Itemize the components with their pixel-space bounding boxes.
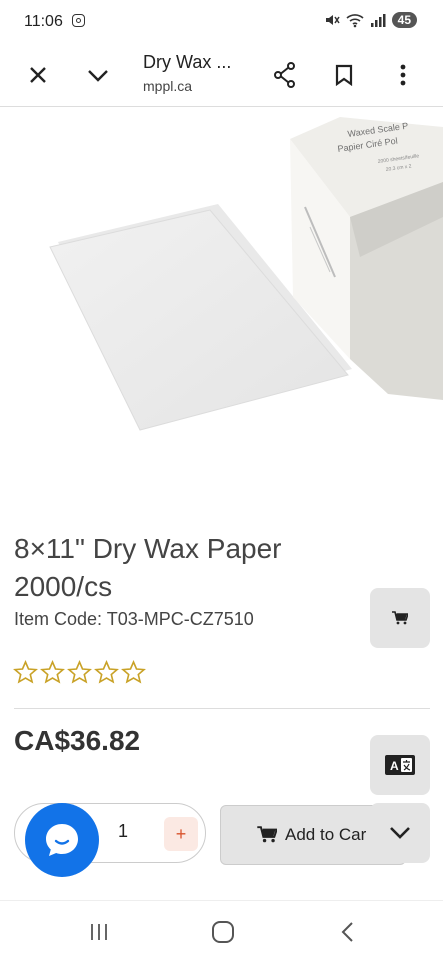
rating-stars[interactable] xyxy=(13,660,146,684)
more-vertical-icon[interactable] xyxy=(385,57,421,93)
recent-apps-icon[interactable] xyxy=(84,919,114,945)
close-icon[interactable] xyxy=(20,57,56,93)
back-icon[interactable] xyxy=(332,919,362,945)
product-price: CA$36.82 xyxy=(14,725,141,756)
chevron-down-icon xyxy=(390,827,410,839)
mute-icon xyxy=(325,15,340,25)
scroll-down-button[interactable] xyxy=(370,803,430,863)
share-icon[interactable] xyxy=(267,57,303,93)
chat-button[interactable] xyxy=(25,803,99,877)
quantity-plus-button[interactable]: + xyxy=(164,817,198,851)
status-time: 11:06 xyxy=(24,13,63,30)
battery-badge: 45 xyxy=(391,12,417,28)
status-icons: 45 xyxy=(324,12,417,28)
cart-icon xyxy=(257,826,277,843)
cart-icon xyxy=(392,611,408,625)
product-title: 8×11" Dry Wax Paper 2000/cs xyxy=(14,533,282,602)
system-nav-bar xyxy=(0,900,443,961)
home-icon[interactable] xyxy=(208,919,238,945)
translate-icon: A xyxy=(385,755,415,775)
quantity-value[interactable]: 1 xyxy=(118,821,128,842)
signal-icon xyxy=(370,14,386,27)
add-to-cart-label: Add to Car xyxy=(285,825,367,844)
bookmark-icon[interactable] xyxy=(326,57,362,93)
translate-button[interactable]: A xyxy=(370,735,430,795)
star-empty-icon xyxy=(67,660,92,684)
divider xyxy=(14,708,430,709)
page-title[interactable]: Dry Wax ... xyxy=(143,52,231,73)
star-empty-icon xyxy=(121,660,146,684)
wifi-icon xyxy=(346,14,364,28)
browser-toolbar: Dry Wax ... mppl.ca xyxy=(0,44,443,107)
product-image[interactable]: Waxed Scale P Papier Ciré Pol 2000 sheet… xyxy=(0,107,443,500)
star-empty-icon xyxy=(13,660,38,684)
item-code: Item Code: T03-MPC-CZ7510 xyxy=(14,609,254,629)
chat-icon xyxy=(46,824,78,856)
page-domain[interactable]: mppl.ca xyxy=(143,78,192,94)
star-empty-icon xyxy=(40,660,65,684)
status-bar: 11:06 45 xyxy=(0,0,443,44)
svg-text:A: A xyxy=(390,759,399,773)
instagram-icon xyxy=(72,14,85,27)
cart-button[interactable] xyxy=(370,588,430,648)
star-empty-icon xyxy=(94,660,119,684)
chevron-down-icon[interactable] xyxy=(80,57,116,93)
